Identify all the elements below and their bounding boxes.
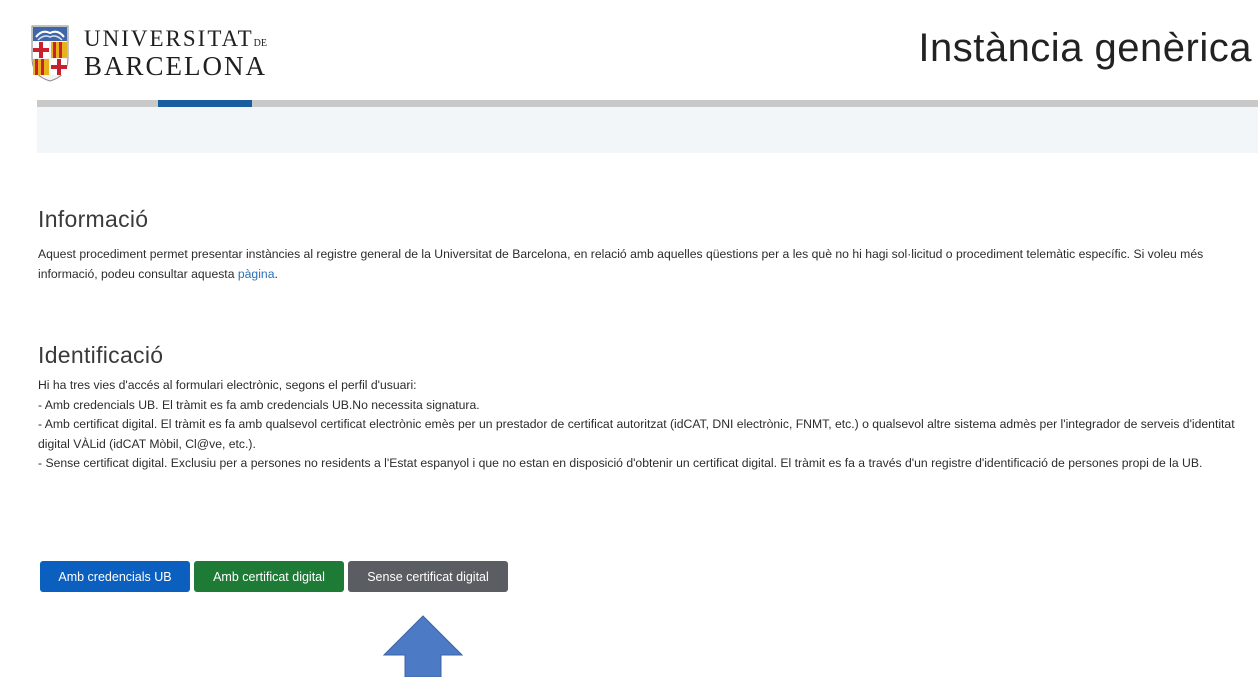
credencials-ub-button[interactable]: Amb credencials UB (40, 561, 190, 592)
informacio-text: Aquest procediment permet presentar inst… (38, 245, 1253, 284)
info-page-link[interactable]: pàgina (238, 267, 275, 281)
header-divider-accent (158, 100, 252, 107)
sub-header-band (37, 107, 1258, 153)
informacio-text-end: . (274, 266, 278, 281)
page-title: Instància genèrica (918, 26, 1252, 70)
informacio-text-main: Aquest procediment permet presentar inst… (38, 247, 1204, 281)
logo-line-1: UNIVERSITATDE (84, 27, 267, 50)
arrow-up-icon (383, 615, 463, 677)
logo-de: DE (253, 37, 267, 49)
section-title-informacio: Informació (38, 206, 149, 232)
sense-certificat-button[interactable]: Sense certificat digital (348, 561, 508, 592)
logo-line-2: BARCELONA (84, 50, 268, 81)
access-buttons: Amb credencials UB Amb certificat digita… (40, 561, 508, 592)
university-logo[interactable]: UNIVERSITATDE BARCELONA (30, 24, 267, 82)
logo-wordmark: UNIVERSITATDE BARCELONA (84, 27, 267, 80)
identificacio-option-credencials: - Amb credencials UB. El tràmit es fa am… (38, 397, 480, 412)
identificacio-option-certificat: - Amb certificat digital. El tràmit es f… (38, 417, 1235, 451)
identificacio-text: Hi ha tres vies d'accés al formulari ele… (38, 376, 1253, 474)
logo-universitat: UNIVERSITAT (84, 25, 254, 51)
section-title-identificacio: Identificació (38, 342, 164, 368)
identificacio-option-sense-certificat: - Sense certificat digital. Exclusiu per… (38, 456, 1203, 470)
university-crest-icon (31, 25, 69, 82)
certificat-digital-button[interactable]: Amb certificat digital (194, 561, 344, 592)
identificacio-intro: Hi ha tres vies d'accés al formulari ele… (38, 378, 417, 392)
page-header: UNIVERSITATDE BARCELONA Instància genèri… (0, 0, 1258, 104)
